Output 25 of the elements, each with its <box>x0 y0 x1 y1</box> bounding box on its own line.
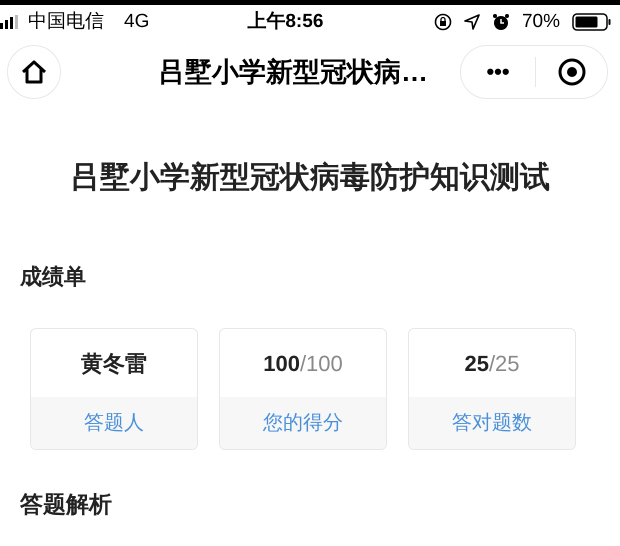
home-icon <box>20 59 48 85</box>
page-title: 吕墅小学新型冠状病毒防护知识测试 <box>69 160 551 196</box>
card-label: 答题人 <box>84 411 144 436</box>
card-value: 100 <box>263 350 300 378</box>
card-label: 您的得分 <box>263 411 343 436</box>
card-label: 答对题数 <box>452 411 532 436</box>
card-total: /100 <box>300 350 343 378</box>
card-value: 25 <box>464 350 489 378</box>
alarm-icon <box>492 13 510 31</box>
carrier-text: 中国电信 <box>28 10 104 34</box>
card-value: 黄冬雷 <box>81 350 147 378</box>
battery-percent: 70% <box>522 10 560 34</box>
network-text: 4G <box>124 10 150 34</box>
section-heading: 答题解析 <box>20 490 113 519</box>
nav-title: 吕墅小学新型冠状病… <box>158 56 428 89</box>
signal-icon <box>0 15 20 29</box>
card-total: /25 <box>488 350 520 378</box>
rotation-lock-icon <box>434 13 452 31</box>
battery-icon <box>572 13 612 31</box>
section-heading: 成绩单 <box>20 263 87 291</box>
target-icon <box>556 57 586 87</box>
location-icon <box>464 14 480 30</box>
home-button[interactable] <box>7 45 61 99</box>
more-button[interactable]: ••• <box>461 61 535 83</box>
clock-text: 上午8:56 <box>247 10 324 34</box>
